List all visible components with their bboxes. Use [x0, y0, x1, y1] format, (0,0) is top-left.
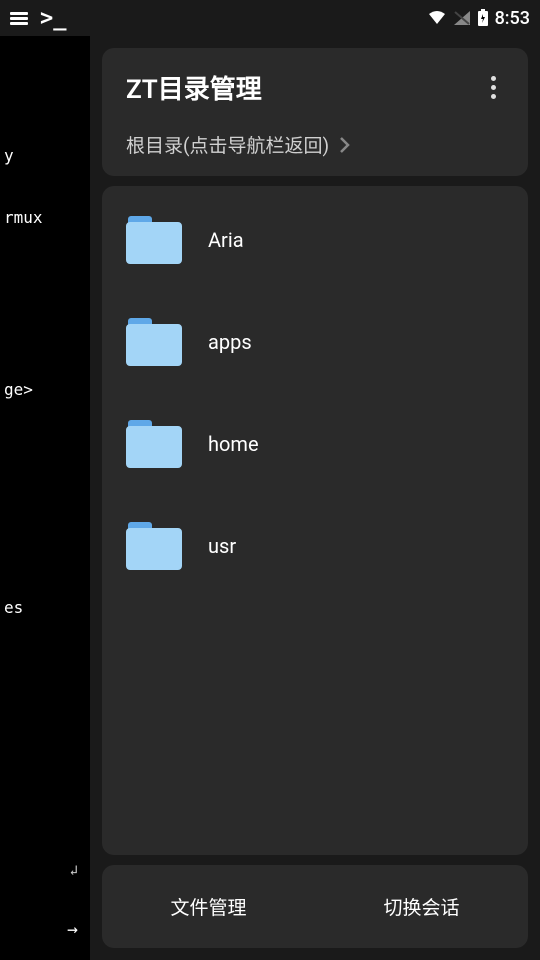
battery-icon — [477, 9, 489, 27]
wifi-icon — [427, 10, 447, 26]
main-container: y rmux ge> es ↲ → ZT目录管理 根目录(点击导航栏返回) — [0, 36, 540, 960]
folder-item-usr[interactable]: usr — [126, 522, 504, 570]
bottom-tabs: 文件管理 切换会话 — [102, 865, 528, 948]
folder-icon — [126, 216, 182, 264]
switch-session-button[interactable]: 切换会话 — [315, 889, 528, 924]
arrow-right-icon[interactable]: → — [67, 919, 78, 940]
header-top: ZT目录管理 — [126, 68, 504, 107]
sidebar-terminal[interactable]: y rmux ge> es ↲ → — [0, 36, 90, 960]
file-manage-button[interactable]: 文件管理 — [102, 889, 315, 924]
folder-name: usr — [208, 534, 236, 558]
breadcrumb[interactable]: 根目录(点击导航栏返回) — [126, 131, 504, 158]
signal-icon — [453, 10, 471, 26]
folder-list: Aria apps home usr — [102, 186, 528, 855]
breadcrumb-text: 根目录(点击导航栏返回) — [126, 131, 329, 158]
sidebar-bottom-controls: ↲ → — [67, 863, 78, 940]
more-menu-icon[interactable] — [483, 68, 504, 107]
folder-name: apps — [208, 330, 252, 354]
folder-icon — [126, 522, 182, 570]
status-right: 8:53 — [427, 8, 530, 29]
keyboard-icon — [10, 12, 28, 25]
page-title: ZT目录管理 — [126, 69, 262, 106]
header-card: ZT目录管理 根目录(点击导航栏返回) — [102, 48, 528, 176]
status-time: 8:53 — [495, 8, 530, 29]
folder-icon — [126, 318, 182, 366]
folder-item-aria[interactable]: Aria — [126, 216, 504, 264]
folder-icon — [126, 420, 182, 468]
terminal-text: y rmux ge> es — [4, 44, 86, 660]
folder-item-home[interactable]: home — [126, 420, 504, 468]
chevron-right-icon — [339, 136, 351, 154]
content-panel: ZT目录管理 根目录(点击导航栏返回) Aria ap — [90, 36, 540, 960]
status-bar: >_ 8:53 — [0, 0, 540, 36]
enter-icon[interactable]: ↲ — [70, 863, 78, 879]
folder-item-apps[interactable]: apps — [126, 318, 504, 366]
terminal-icon: >_ — [40, 6, 67, 31]
status-left: >_ — [10, 6, 67, 31]
folder-name: Aria — [208, 228, 244, 252]
folder-name: home — [208, 432, 259, 456]
